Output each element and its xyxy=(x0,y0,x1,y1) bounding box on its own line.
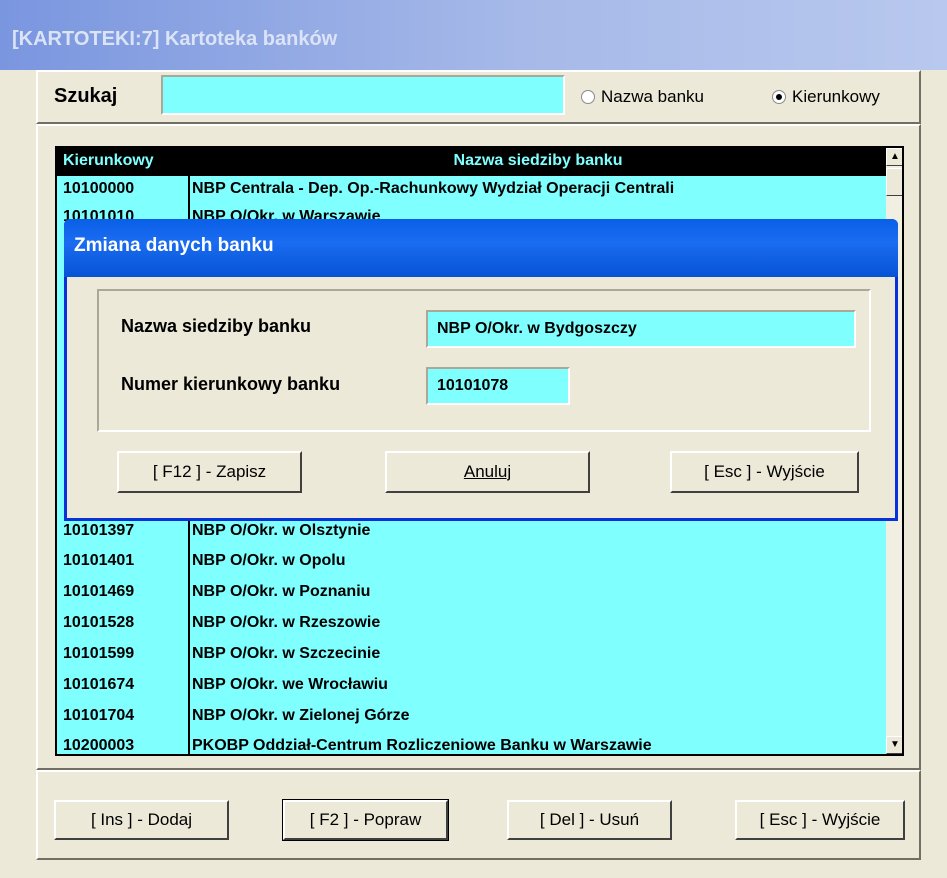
cell-code: 10101401 xyxy=(63,552,135,569)
edit-bank-dialog[interactable]: Zmiana danych banku Nazwa siedziby banku… xyxy=(64,219,898,521)
table-row[interactable]: 10100000 NBP Centrala - Dep. Op.-Rachunk… xyxy=(57,176,886,204)
cell-code: 10101704 xyxy=(63,707,135,724)
radio-code-label: Kierunkowy xyxy=(792,87,880,106)
arrow-down-icon: ▼ xyxy=(890,739,900,750)
scroll-up-button[interactable]: ▲ xyxy=(886,148,902,166)
cell-code: 10101674 xyxy=(63,676,135,693)
cell-name: NBP O/Okr. w Olsztynie xyxy=(192,522,371,539)
button-panel: [ Ins ] - Dodaj [ F2 ] - Popraw [ Del ] … xyxy=(36,770,921,860)
table-header: Kierunkowy Nazwa siedziby banku xyxy=(57,148,886,176)
delete-button[interactable]: [ Del ] - Usuń xyxy=(507,800,672,840)
window-title-bar[interactable]: [KARTOTEKI:7] Kartoteka banków xyxy=(0,0,947,70)
column-header-name[interactable]: Nazwa siedziby banku xyxy=(190,148,886,176)
cell-name: NBP Centrala - Dep. Op.-Rachunkowy Wydzi… xyxy=(192,180,675,197)
window-title: [KARTOTEKI:7] Kartoteka banków xyxy=(12,28,338,50)
scroll-thumb[interactable] xyxy=(886,168,902,196)
dialog-title-bar[interactable]: Zmiana danych banku xyxy=(64,219,898,277)
edit-button[interactable]: [ F2 ] - Popraw xyxy=(282,799,449,841)
radio-bank-name[interactable]: Nazwa banku xyxy=(581,86,704,108)
search-panel: Szukaj Nazwa banku Kierunkowy xyxy=(36,70,921,124)
cell-code: 10200003 xyxy=(63,737,135,754)
radio-selected-icon xyxy=(772,90,786,104)
table-row[interactable]: 10101469 NBP O/Okr. w Poznaniu xyxy=(57,579,886,607)
save-button[interactable]: [ F12 ] - Zapisz xyxy=(117,451,302,493)
cell-code: 10101528 xyxy=(63,614,135,631)
cell-code: 10101397 xyxy=(63,522,135,539)
bank-code-label: Numer kierunkowy banku xyxy=(121,374,341,394)
cell-name: PKOBP Oddział-Centrum Rozliczeniowe Bank… xyxy=(192,737,652,754)
table-row[interactable]: 10101704 NBP O/Okr. w Zielonej Górze xyxy=(57,703,886,731)
cell-name: NBP O/Okr. w Szczecinie xyxy=(192,645,381,662)
column-header-code[interactable]: Kierunkowy xyxy=(57,148,188,176)
cell-name: NBP O/Okr. w Zielonej Górze xyxy=(192,707,410,724)
table-row[interactable]: 10101599 NBP O/Okr. w Szczecinie xyxy=(57,641,886,669)
table-row[interactable]: 10101397 NBP O/Okr. w Olsztynie xyxy=(57,518,886,546)
cell-code: 10100000 xyxy=(63,180,135,197)
cell-name: NBP O/Okr. w Poznaniu xyxy=(192,583,371,600)
radio-bank-name-label: Nazwa banku xyxy=(601,87,705,106)
radio-code[interactable]: Kierunkowy xyxy=(772,86,880,108)
cell-name: NBP O/Okr. we Wrocławiu xyxy=(192,676,388,693)
bank-name-label: Nazwa siedziby banku xyxy=(121,316,312,336)
table-row[interactable]: 10101528 NBP O/Okr. w Rzeszowie xyxy=(57,610,886,638)
dialog-title: Zmiana danych banku xyxy=(74,235,274,256)
bank-code-field[interactable]: 10101078 xyxy=(426,367,570,405)
bank-name-field[interactable]: NBP O/Okr. w Bydgoszczy xyxy=(426,310,856,348)
cancel-button[interactable]: Anuluj xyxy=(385,451,590,493)
exit-button[interactable]: [ Esc ] - Wyjście xyxy=(735,800,905,840)
search-label: Szukaj xyxy=(54,85,118,107)
cell-name: NBP O/Okr. w Opolu xyxy=(192,552,346,569)
table-row[interactable]: 10200003 PKOBP Oddział-Centrum Rozliczen… xyxy=(57,733,886,754)
add-button[interactable]: [ Ins ] - Dodaj xyxy=(54,800,229,840)
scroll-down-button[interactable]: ▼ xyxy=(886,736,902,754)
dialog-field-group: Nazwa siedziby banku NBP O/Okr. w Bydgos… xyxy=(97,289,871,432)
radio-icon xyxy=(581,90,595,104)
table-row[interactable]: 10101401 NBP O/Okr. w Opolu xyxy=(57,548,886,576)
dialog-exit-button[interactable]: [ Esc ] - Wyjście xyxy=(670,451,859,493)
table-row[interactable]: 10101674 NBP O/Okr. we Wrocławiu xyxy=(57,672,886,700)
search-input[interactable] xyxy=(161,75,565,115)
arrow-up-icon: ▲ xyxy=(890,151,900,162)
cell-code: 10101469 xyxy=(63,583,135,600)
cell-code: 10101599 xyxy=(63,645,135,662)
cell-name: NBP O/Okr. w Rzeszowie xyxy=(192,614,381,631)
